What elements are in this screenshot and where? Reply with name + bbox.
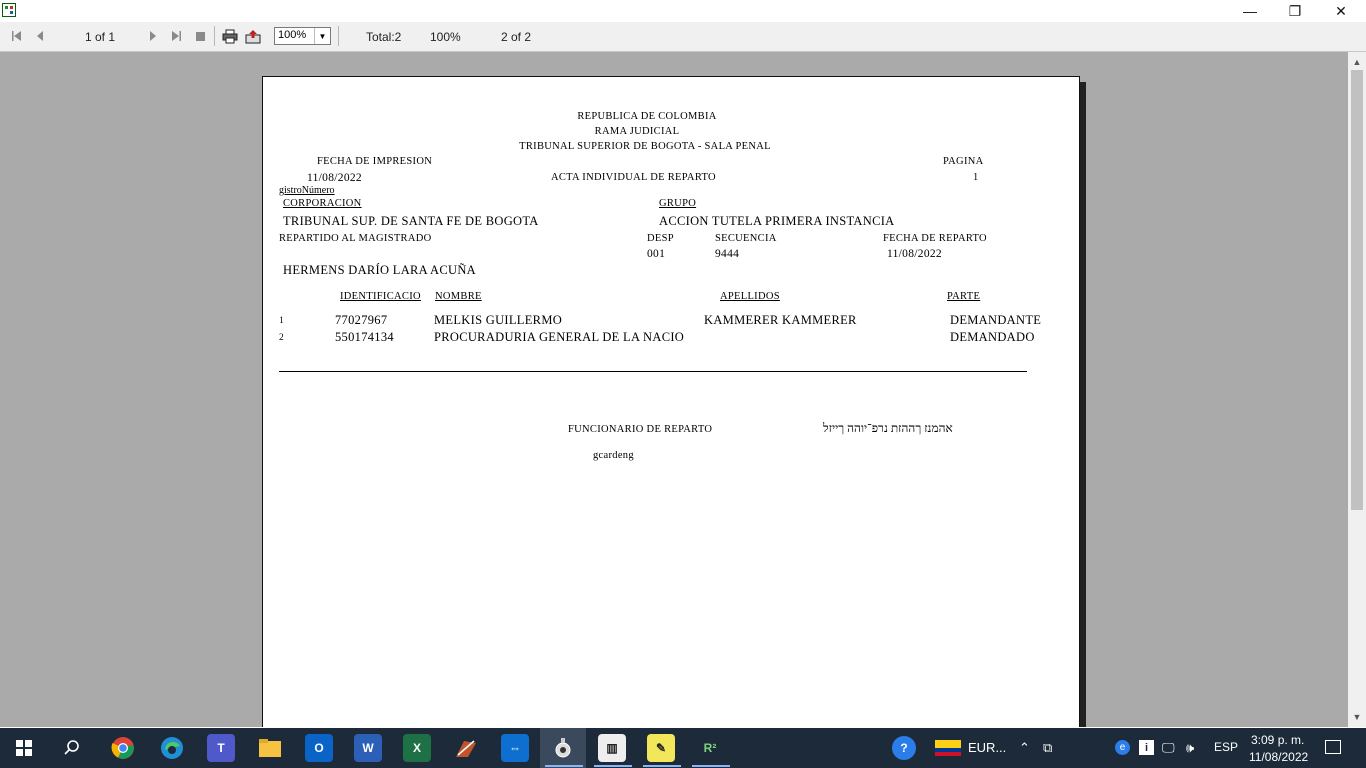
windows-taskbar: T O W X ⇔ ▥ ✎ R² ? EUR... ⌃ ⧉ e i 🖵 🕪 ES… [0,728,1366,768]
table-row-id: 77027967 [335,313,388,327]
scroll-up-icon[interactable]: ▲ [1348,54,1366,70]
ocr-app-icon[interactable] [549,734,577,762]
table-row-nombre: PROCURADURIA GENERAL DE LA NACIO [434,330,685,344]
report-toolbar: 1 of 1 100% ▼ Total:2 100% 2 of 2 [0,22,1366,52]
excel-icon[interactable]: X [403,734,431,762]
network-icon[interactable]: 🖵 [1162,740,1175,756]
table-row-apellidos: KAMMERER KAMMERER [704,313,857,327]
chrome-icon[interactable] [109,734,137,762]
chevron-down-icon[interactable]: ▼ [314,28,330,44]
total-records: Total:2 [366,30,402,44]
column-nombre: NOMBRE [435,291,482,302]
currency-widget-label[interactable]: EUR... [968,740,1006,755]
teamviewer-icon[interactable]: ⇔ [501,734,529,762]
header-line-1: REPUBLICA DE COLOMBIA [577,111,717,122]
header-line-3: TRIBUNAL SUPERIOR DE BOGOTA - SALA PENAL [519,141,771,152]
outlook-icon[interactable]: O [305,734,333,762]
app-icon [2,3,16,17]
secuencia-label: SECUENCIA [715,233,777,244]
volume-icon[interactable]: 🕪 [1186,740,1194,756]
column-identificacion: IDENTIFICACIO [340,291,421,302]
first-page-icon[interactable] [10,28,24,44]
funcionario-signature-text: אהמנז ךההזת נרפ־יוהה ךייזל [823,421,953,435]
corporacion-value: TRIBUNAL SUP. DE SANTA FE DE BOGOTA [283,214,539,228]
table-row-parte: DEMANDANTE [950,313,1042,327]
zoom-value: 100% [278,29,307,41]
toolbar-separator [214,26,215,46]
column-apellidos: APELLIDOS [720,291,780,302]
page-indicator: 1 of 1 [85,30,116,44]
divider-line [279,371,1027,372]
grupo-label: GRUPO [659,198,697,209]
zoom-select[interactable]: 100% ▼ [274,27,331,45]
corporacion-label: CORPORACION [283,198,362,209]
desp-value: 001 [647,248,666,260]
column-parte: PARTE [947,291,981,302]
usuario-label: gcardeng [593,450,634,461]
grupo-value: ACCION TUTELA PRIMERA INSTANCIA [659,214,895,228]
desp-label: DESP [647,233,674,244]
funcionario-label: FUNCIONARIO DE REPARTO [568,424,713,435]
clock-date[interactable]: 11/08/2022 [1249,750,1308,764]
table-row-parte: DEMANDADO [950,330,1035,344]
toolbar-separator [338,26,339,46]
repartido-label: REPARTIDO AL MAGISTRADO [279,233,432,244]
window-titlebar: — ❐ ✕ [0,0,1366,22]
fecha-impresion-value: 11/08/2022 [307,172,362,184]
secuencia-value: 9444 [715,248,740,260]
header-line-2: RAMA JUDICIAL [594,126,680,137]
fecha-impresion-label: FECHA DE IMPRESION [317,156,433,167]
percent-complete: 100% [430,30,461,44]
running-indicator [692,765,730,767]
records-count: 2 of 2 [501,30,532,44]
file-explorer-icon[interactable] [256,734,284,762]
table-row-num: 2 [279,333,284,343]
notes-app-icon[interactable]: ✎ [647,734,675,762]
edge-icon[interactable] [158,734,186,762]
acta-title: ACTA INDIVIDUAL DE REPARTO [551,172,716,183]
magistrado-name: HERMENS DARÍO LARA ACUÑA [283,263,476,277]
notifications-icon[interactable] [1325,740,1341,754]
fecha-reparto-label: FECHA DE REPARTO [883,233,987,244]
table-row-nombre: MELKIS GUILLERMO [434,313,563,327]
tray-app-icon[interactable]: ⧉ [1043,740,1052,756]
export-icon[interactable] [245,28,261,44]
paint-app-icon[interactable] [452,734,480,762]
report-viewer[interactable]: REPUBLICA DE COLOMBIA RAMA JUDICIAL TRIB… [0,52,1348,727]
clock-time[interactable]: 3:09 p. m. [1251,733,1304,747]
running-indicator [545,765,583,767]
scroll-down-icon[interactable]: ▼ [1348,709,1366,725]
pagina-value: 1 [973,172,979,183]
scroll-thumb[interactable] [1351,70,1363,510]
next-page-icon[interactable] [146,28,160,44]
report-page: REPUBLICA DE COLOMBIA RAMA JUDICIAL TRIB… [262,76,1080,727]
teams-icon[interactable]: T [207,734,235,762]
fecha-reparto-value: 11/08/2022 [887,248,942,260]
search-icon[interactable] [58,734,86,762]
start-icon[interactable] [10,734,38,762]
running-indicator [643,765,681,767]
stop-icon[interactable] [193,28,207,44]
chevron-up-icon[interactable]: ⌃ [1019,740,1030,756]
close-button[interactable]: ✕ [1318,0,1364,22]
minimize-button[interactable]: — [1227,0,1273,22]
running-indicator [594,765,632,767]
r2r-app-icon[interactable]: R² [696,734,724,762]
input-language[interactable]: ESP [1214,740,1238,754]
vertical-scrollbar[interactable]: ▲ ▼ [1348,52,1366,727]
print-icon[interactable] [222,28,238,44]
pagina-label: PAGINA [943,156,984,167]
help-icon[interactable]: ? [892,736,916,760]
restore-button[interactable]: ❐ [1272,0,1318,22]
tray-e-icon[interactable]: e [1115,740,1130,755]
table-row-id: 550174134 [335,330,394,344]
table-row-num: 1 [279,316,284,326]
prev-page-icon[interactable] [33,28,47,44]
colombia-flag-icon [935,740,961,756]
word-icon[interactable]: W [354,734,382,762]
info-icon[interactable]: i [1139,740,1154,755]
last-page-icon[interactable] [169,28,183,44]
report-app-icon[interactable]: ▥ [598,734,626,762]
registro-label: gistroNúmero [279,185,335,196]
